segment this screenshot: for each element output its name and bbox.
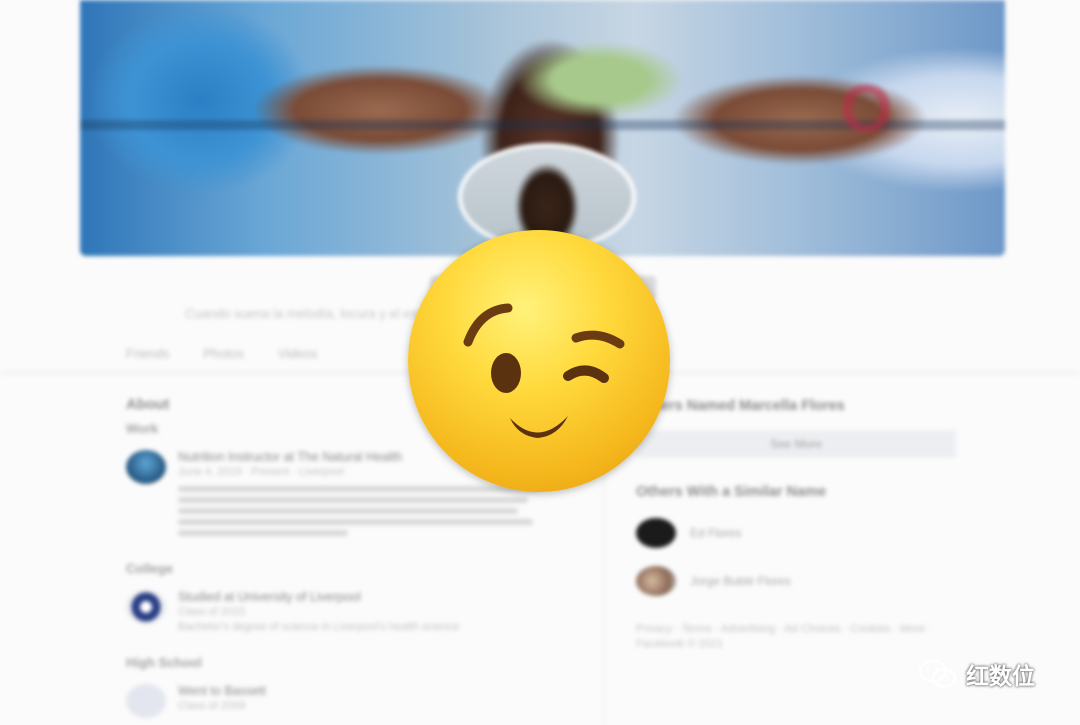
person-row[interactable]: Jorge Bublé Flores <box>636 566 966 596</box>
others-named-heading: Others Named Marcella Flores <box>636 398 845 414</box>
tab-photos[interactable]: Photos <box>203 346 243 361</box>
college-desc: Bachelor's degree of science in Liverpoo… <box>178 621 460 633</box>
avatar <box>636 566 676 596</box>
watermark: 红数位 <box>918 657 1035 691</box>
high-school-meta: Class of 2009 <box>178 700 246 712</box>
graffiti-art: O <box>840 71 899 147</box>
work-description <box>178 486 538 536</box>
workplace-icon <box>126 450 166 484</box>
tab-videos[interactable]: Videos <box>278 346 318 361</box>
person-row[interactable]: Ed Flores <box>636 518 966 548</box>
similar-name-heading: Others With a Similar Name <box>636 484 827 500</box>
school-icon <box>126 684 166 718</box>
winking-face-emoji-icon <box>408 230 670 492</box>
sidebar: Others Named Marcella Flores See More Ot… <box>636 398 966 652</box>
college-label: College <box>126 561 173 576</box>
person-name[interactable]: Ed Flores <box>690 526 741 540</box>
college-item[interactable]: Studied at University of Liverpool Class… <box>126 590 566 635</box>
see-more-button[interactable]: See More <box>636 430 956 458</box>
high-school-item[interactable]: Went to Bassett Class of 2009 <box>126 684 566 718</box>
avatar <box>636 518 676 548</box>
wechat-logo-icon <box>918 659 957 688</box>
university-crest-icon <box>126 590 166 624</box>
screenshot: O Cuando suena la melodía, locura y el e… <box>0 0 1080 725</box>
watermark-text: 红数位 <box>966 663 1035 689</box>
tab-friends[interactable]: Friends <box>126 346 169 361</box>
footer-links[interactable]: Privacy · Terms · Advertising · Ad Choic… <box>636 622 976 652</box>
high-school-title[interactable]: Went to Bassett <box>178 684 266 699</box>
college-title[interactable]: Studied at University of Liverpool <box>178 590 459 605</box>
person-name[interactable]: Jorge Bublé Flores <box>690 574 791 588</box>
profile-tabs: Friends Photos Videos <box>126 346 317 361</box>
college-meta: Class of 2015 <box>178 606 246 618</box>
high-school-label: High School <box>126 655 202 670</box>
